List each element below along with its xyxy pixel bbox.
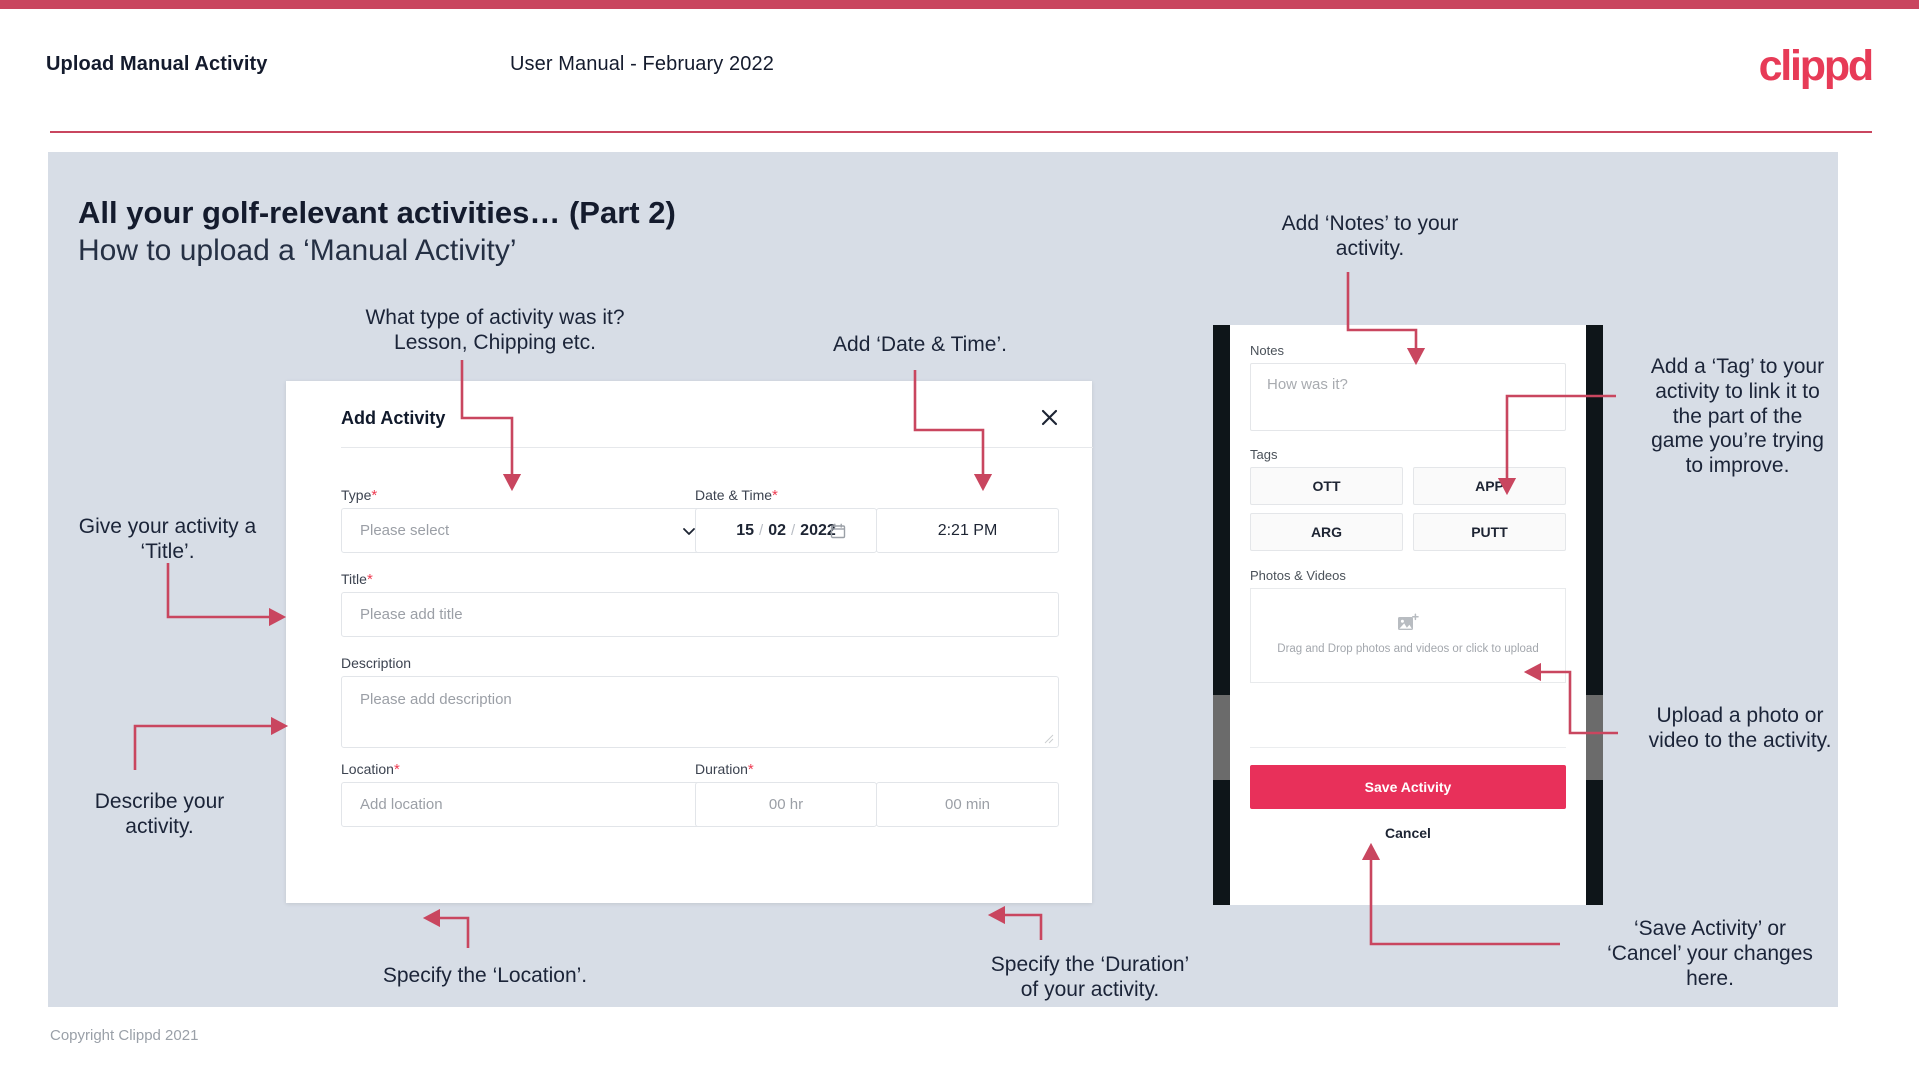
type-select[interactable]: Please select xyxy=(341,508,713,553)
add-image-icon xyxy=(1398,613,1419,630)
date-day: 15 xyxy=(736,521,755,539)
top-accent-bar xyxy=(0,0,1919,9)
save-activity-button[interactable]: Save Activity xyxy=(1250,765,1566,809)
annotation-upload: Upload a photo or video to the activity. xyxy=(1648,704,1832,752)
annotation-type: What type of activity was it? Lesson, Ch… xyxy=(365,306,625,354)
resize-handle-icon[interactable] xyxy=(1044,734,1054,744)
tag-arg[interactable]: ARG xyxy=(1250,513,1403,551)
time-value: 2:21 PM xyxy=(937,521,998,539)
datetime-label: Date & Time* xyxy=(695,487,778,504)
annotation-notes: Add ‘Notes’ to your activity. xyxy=(1281,212,1459,260)
dropzone-text: Drag and Drop photos and videos or click… xyxy=(1277,642,1539,655)
phone-bezel-left-segment xyxy=(1213,695,1230,780)
tag-ott[interactable]: OTT xyxy=(1250,467,1403,505)
photos-videos-label: Photos & Videos xyxy=(1250,568,1346,583)
annotation-location: Specify the ‘Location’. xyxy=(382,964,588,987)
phone-mockup: Notes How was it? Tags OTT APP ARG PUTT … xyxy=(1213,325,1603,905)
tag-app[interactable]: APP xyxy=(1413,467,1566,505)
required-marker: * xyxy=(393,761,400,778)
duration-minutes-input[interactable]: 00 min xyxy=(876,782,1059,827)
required-marker: * xyxy=(747,761,754,778)
tag-putt[interactable]: PUTT xyxy=(1413,513,1566,551)
annotation-duration: Specify the ‘Duration’ of your activity. xyxy=(990,953,1190,1001)
type-placeholder: Please select xyxy=(360,522,450,539)
location-label: Location* xyxy=(341,761,400,778)
notes-input[interactable]: How was it? xyxy=(1250,363,1566,431)
page-header: Upload Manual Activity User Manual - Feb… xyxy=(0,9,1919,133)
duration-minutes-placeholder: 00 min xyxy=(944,796,991,813)
annotation-tags: Add a ‘Tag’ to your activity to link it … xyxy=(1650,355,1825,478)
duration-hours-placeholder: 00 hr xyxy=(768,796,804,813)
slide-subtitle: How to upload a ‘Manual Activity’ xyxy=(78,234,517,267)
notes-label: Notes xyxy=(1250,343,1284,358)
location-input[interactable]: Add location xyxy=(341,782,713,827)
location-placeholder: Add location xyxy=(360,796,443,813)
cancel-button[interactable]: Cancel xyxy=(1230,825,1586,841)
required-marker: * xyxy=(772,487,778,504)
calendar-icon[interactable] xyxy=(830,523,846,539)
annotation-datetime: Add ‘Date & Time’. xyxy=(833,333,1007,356)
tag-label: OTT xyxy=(1312,478,1341,494)
header-divider xyxy=(50,131,1872,133)
phone-screen: Notes How was it? Tags OTT APP ARG PUTT … xyxy=(1230,325,1586,905)
time-input[interactable]: 2:21 PM xyxy=(876,508,1059,553)
phone-bezel-left xyxy=(1213,325,1230,905)
slide-title: All your golf-relevant activities… (Part… xyxy=(78,195,676,230)
phone-bezel-right xyxy=(1586,325,1603,905)
photo-video-dropzone[interactable]: Drag and Drop photos and videos or click… xyxy=(1250,588,1566,683)
tag-label: ARG xyxy=(1310,524,1343,540)
dialog-divider xyxy=(341,447,1093,448)
add-activity-dialog: Add Activity Type* Please select Date & … xyxy=(286,381,1093,903)
annotation-save: ‘Save Activity’ or ‘Cancel’ your changes… xyxy=(1607,917,1813,990)
date-month: 02 xyxy=(768,521,786,539)
notes-placeholder: How was it? xyxy=(1267,376,1348,393)
copyright-note: Copyright Clippd 2021 xyxy=(50,1027,199,1044)
tag-label: PUTT xyxy=(1471,524,1508,540)
date-separator: / xyxy=(759,522,764,539)
title-placeholder: Please add title xyxy=(360,606,463,623)
phone-divider xyxy=(1250,747,1566,748)
document-subtitle: User Manual - February 2022 xyxy=(510,53,774,75)
date-input[interactable]: 15 / 02 / 2022 xyxy=(695,508,877,553)
phone-bezel-right-segment xyxy=(1586,695,1603,780)
tags-label: Tags xyxy=(1250,447,1278,462)
description-placeholder: Please add description xyxy=(360,691,512,708)
annotation-description: Describe your activity. xyxy=(94,790,225,838)
date-separator: / xyxy=(791,522,796,539)
close-glyph xyxy=(1041,409,1057,425)
title-input[interactable]: Please add title xyxy=(341,592,1059,637)
chevron-down-icon xyxy=(683,527,695,535)
required-marker: * xyxy=(366,571,373,588)
required-marker: * xyxy=(371,487,378,504)
description-textarea[interactable]: Please add description xyxy=(341,676,1059,748)
type-label: Type* xyxy=(341,487,378,504)
title-label: Title* xyxy=(341,571,373,588)
tag-label: APP xyxy=(1475,478,1504,494)
duration-label: Duration* xyxy=(695,761,754,778)
description-label: Description xyxy=(341,655,412,671)
clippd-logo: clippd xyxy=(1758,42,1875,90)
dialog-title: Add Activity xyxy=(341,408,446,428)
annotation-title: Give your activity a ‘Title’. xyxy=(78,515,257,563)
duration-hours-input[interactable]: 00 hr xyxy=(695,782,877,827)
document-title: Upload Manual Activity xyxy=(46,53,268,75)
close-icon[interactable] xyxy=(1032,400,1066,434)
